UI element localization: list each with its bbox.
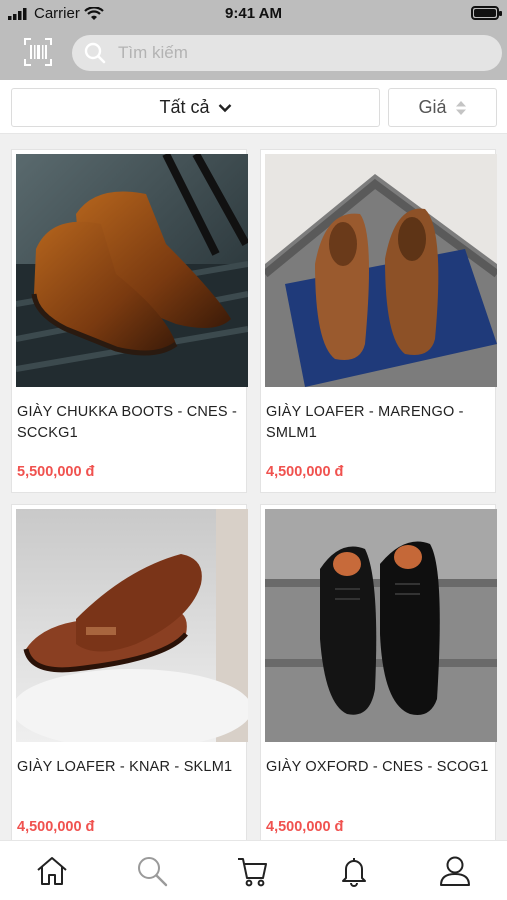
product-image[interactable] bbox=[16, 154, 248, 387]
barcode-scan-icon bbox=[24, 38, 52, 66]
price-sort-button[interactable]: Giá bbox=[388, 88, 497, 127]
battery-icon bbox=[471, 6, 502, 20]
product-name: GIÀY LOAFER - KNAR - SKLM1 bbox=[17, 759, 233, 775]
search-icon bbox=[84, 42, 106, 64]
product-image[interactable] bbox=[265, 154, 497, 387]
tab-notifications[interactable] bbox=[336, 853, 372, 889]
product-name: GIÀY OXFORD - CNES - SCOG1 bbox=[266, 759, 489, 775]
bottom-tab-bar bbox=[0, 840, 507, 900]
search-bar[interactable] bbox=[72, 35, 502, 71]
product-name: GIÀY CHUKKA BOOTS - CNES - SCCKG1 bbox=[17, 404, 238, 441]
status-time: 9:41 AM bbox=[225, 5, 282, 22]
category-filter-button[interactable]: Tất cả bbox=[11, 88, 380, 127]
sort-icon bbox=[455, 100, 466, 115]
tab-home[interactable] bbox=[34, 853, 70, 889]
product-price: 5,500,000 đ bbox=[17, 464, 95, 480]
barcode-scan-button[interactable] bbox=[24, 38, 52, 66]
tab-search[interactable] bbox=[134, 853, 170, 889]
product-card[interactable]: GIÀY LOAFER - KNAR - SKLM1 4,500,000 đ bbox=[11, 504, 248, 840]
home-icon bbox=[37, 857, 67, 885]
product-image[interactable] bbox=[16, 509, 248, 742]
category-filter-label: Tất cả bbox=[159, 97, 210, 117]
product-name: GIÀY LOAFER - MARENGO - SMLM1 bbox=[266, 404, 464, 441]
product-price: 4,500,000 đ bbox=[266, 464, 344, 480]
product-card[interactable]: GIÀY CHUKKA BOOTS - CNES - SCCKG1 5,500,… bbox=[11, 149, 248, 493]
chevron-down-icon bbox=[218, 103, 231, 112]
product-card[interactable]: GIÀY LOAFER - MARENGO - SMLM1 4,500,000 … bbox=[260, 149, 497, 493]
user-icon bbox=[440, 856, 470, 886]
filter-bar: Tất cả Giá bbox=[0, 80, 507, 134]
product-price: 4,500,000 đ bbox=[17, 819, 95, 835]
product-price: 4,500,000 đ bbox=[266, 819, 344, 835]
status-bar: Carrier 9:41 AM bbox=[0, 0, 507, 28]
search-input[interactable] bbox=[118, 43, 448, 63]
search-icon bbox=[138, 857, 168, 887]
product-grid: GIÀY CHUKKA BOOTS - CNES - SCCKG1 5,500,… bbox=[0, 135, 507, 840]
bell-icon bbox=[342, 858, 366, 887]
cart-icon bbox=[238, 858, 267, 887]
product-image[interactable] bbox=[265, 509, 497, 742]
price-sort-label: Giá bbox=[418, 97, 447, 117]
tab-cart[interactable] bbox=[235, 853, 271, 889]
app-header: Carrier 9:41 AM bbox=[0, 0, 507, 80]
tab-account[interactable] bbox=[437, 853, 473, 889]
product-card[interactable]: GIÀY OXFORD - CNES - SCOG1 4,500,000 đ bbox=[260, 504, 497, 840]
